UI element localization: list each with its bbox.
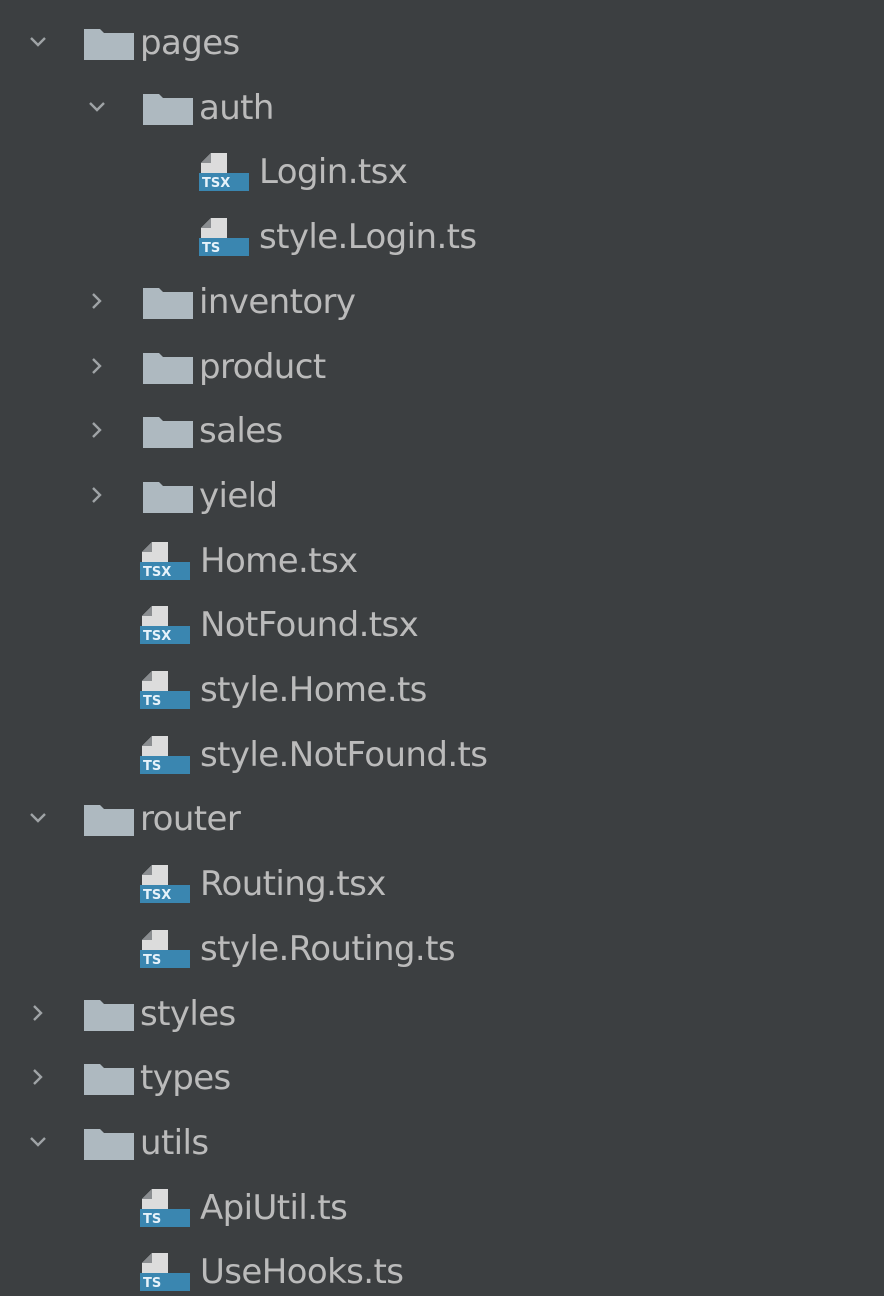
file-label: NotFound.tsx: [200, 605, 419, 646]
tree-folder-row[interactable]: auth: [0, 77, 884, 141]
folder-label: types: [140, 1058, 231, 1099]
svg-text:TS: TS: [143, 953, 161, 968]
svg-text:TS: TS: [143, 694, 161, 709]
chevron-right-icon[interactable]: [87, 356, 107, 376]
folder-icon: [82, 993, 136, 1035]
tsx-file-icon: TSX: [197, 151, 251, 193]
folder-icon: [141, 281, 195, 323]
ts-file-icon: TS: [138, 1251, 192, 1293]
file-label: style.Login.ts: [259, 217, 477, 258]
project-file-tree: pages auth TSX Login.tsx TS style.Login.ts inv…: [0, 0, 884, 1296]
tree-folder-row[interactable]: yield: [0, 465, 884, 529]
tsx-file-icon: TSX: [138, 863, 192, 905]
ts-file-icon: TS: [138, 928, 192, 970]
chevron-down-icon[interactable]: [28, 32, 48, 52]
tree-file-row[interactable]: TS style.Login.ts: [0, 206, 884, 270]
tree-folder-row[interactable]: router: [0, 788, 884, 852]
tree-file-row[interactable]: TS ApiUtil.ts: [0, 1177, 884, 1241]
tree-file-row[interactable]: TS UseHooks.ts: [0, 1241, 884, 1296]
chevron-right-icon[interactable]: [87, 485, 107, 505]
ts-file-icon: TS: [197, 216, 251, 258]
file-label: Home.tsx: [200, 540, 358, 581]
svg-text:TS: TS: [143, 1276, 161, 1291]
svg-text:TSX: TSX: [143, 565, 171, 580]
folder-label: styles: [140, 993, 236, 1034]
tsx-file-icon: TSX: [138, 540, 192, 582]
file-label: Routing.tsx: [200, 864, 386, 905]
tree-folder-row[interactable]: sales: [0, 400, 884, 464]
tree-folder-row[interactable]: styles: [0, 983, 884, 1047]
tree-file-row[interactable]: TSX NotFound.tsx: [0, 594, 884, 658]
ts-file-icon: TS: [138, 669, 192, 711]
file-label: style.Home.ts: [200, 670, 427, 710]
folder-icon: [141, 410, 195, 452]
tree-file-row[interactable]: TSX Login.tsx: [0, 141, 884, 205]
svg-text:TS: TS: [143, 1212, 161, 1227]
tree-folder-row[interactable]: inventory: [0, 271, 884, 335]
folder-label: sales: [199, 411, 283, 452]
folder-icon: [141, 475, 195, 517]
folder-label: product: [199, 346, 326, 387]
chevron-down-icon[interactable]: [28, 1132, 48, 1152]
tsx-file-icon: TSX: [138, 604, 192, 646]
tree-file-row[interactable]: TS style.Routing.ts: [0, 918, 884, 982]
file-label: Login.tsx: [259, 152, 408, 193]
tree-file-row[interactable]: TSX Home.tsx: [0, 530, 884, 594]
chevron-down-icon[interactable]: [28, 808, 48, 828]
tree-file-row[interactable]: TS style.Home.ts: [0, 659, 884, 723]
folder-icon: [141, 87, 195, 129]
folder-icon: [82, 1057, 136, 1099]
tree-file-row[interactable]: TSX Routing.tsx: [0, 853, 884, 917]
file-label: style.Routing.ts: [200, 928, 456, 969]
chevron-down-icon[interactable]: [87, 97, 107, 117]
chevron-right-icon[interactable]: [28, 1067, 48, 1087]
file-label: style.NotFound.ts: [200, 734, 488, 775]
tree-folder-row[interactable]: types: [0, 1047, 884, 1111]
chevron-right-icon[interactable]: [87, 420, 107, 440]
folder-icon: [141, 346, 195, 388]
folder-label: inventory: [199, 281, 356, 322]
ts-file-icon: TS: [138, 734, 192, 776]
svg-text:TSX: TSX: [202, 176, 230, 191]
tree-folder-row[interactable]: pages: [0, 12, 884, 76]
tree-folder-row[interactable]: utils: [0, 1112, 884, 1176]
folder-label: router: [140, 799, 241, 840]
folder-label: auth: [199, 87, 274, 128]
tree-file-row[interactable]: TS style.NotFound.ts: [0, 724, 884, 788]
file-label: ApiUtil.ts: [200, 1187, 348, 1228]
file-label: UseHooks.ts: [200, 1252, 404, 1293]
svg-text:TS: TS: [202, 241, 220, 256]
svg-text:TS: TS: [143, 759, 161, 774]
folder-label: pages: [140, 23, 240, 63]
ts-file-icon: TS: [138, 1187, 192, 1229]
folder-icon: [82, 22, 136, 64]
folder-label: utils: [140, 1122, 209, 1163]
svg-text:TSX: TSX: [143, 629, 171, 644]
folder-icon: [82, 1122, 136, 1164]
folder-icon: [82, 798, 136, 840]
chevron-right-icon[interactable]: [28, 1003, 48, 1023]
folder-label: yield: [199, 475, 278, 516]
chevron-right-icon[interactable]: [87, 291, 107, 311]
tree-folder-row[interactable]: product: [0, 336, 884, 400]
svg-text:TSX: TSX: [143, 888, 171, 903]
